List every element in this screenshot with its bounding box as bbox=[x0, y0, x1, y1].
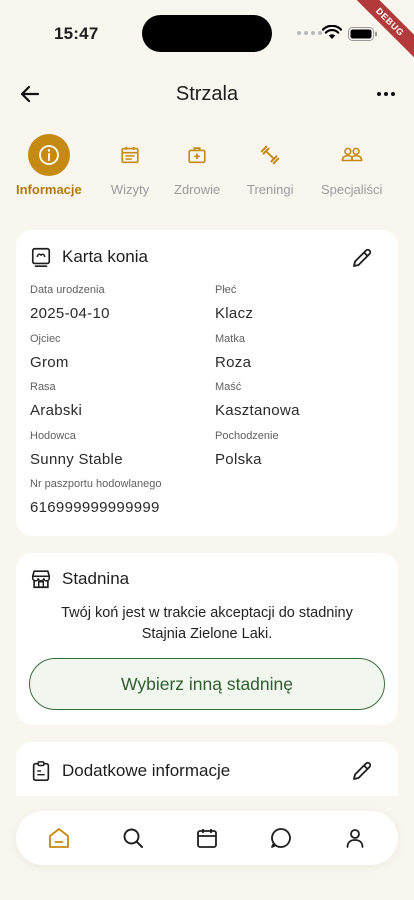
more-horizontal-icon[interactable] bbox=[374, 82, 398, 106]
profile-icon[interactable] bbox=[343, 826, 367, 850]
field-father: Ojciec Grom bbox=[30, 333, 69, 371]
battery-icon bbox=[348, 27, 377, 41]
bottom-navigation bbox=[16, 811, 398, 865]
card-title: Dodatkowe informacje bbox=[62, 761, 231, 780]
section-tabs: Informacje Wizyty Zdrowie Treningi Specj… bbox=[0, 134, 414, 206]
tab-label: Specjaliści bbox=[321, 182, 383, 197]
pencil-icon[interactable] bbox=[350, 759, 374, 783]
calendar-icon bbox=[109, 134, 151, 176]
calendar-icon[interactable] bbox=[195, 826, 219, 850]
card-title: Stadnina bbox=[62, 569, 130, 588]
search-icon[interactable] bbox=[121, 826, 145, 850]
card-title: Karta konia bbox=[62, 247, 148, 266]
people-icon bbox=[331, 134, 373, 176]
tab-label: Treningi bbox=[247, 182, 294, 197]
field-passport: Nr paszportu hodowlanego 616999999999999 bbox=[30, 478, 162, 516]
horse-card-icon bbox=[31, 247, 51, 267]
info-icon bbox=[27, 134, 70, 176]
tab-label: Informacje bbox=[16, 182, 82, 197]
clipboard-icon bbox=[32, 761, 50, 781]
tab-label: Wizyty bbox=[110, 182, 150, 197]
tab-treningi[interactable]: Treningi bbox=[247, 134, 293, 197]
horse-card: Karta konia Data urodzenia 2025-04-10 Pł… bbox=[16, 230, 398, 536]
stable-card: Stadnina Twój koń jest w trakcie akcepta… bbox=[16, 553, 398, 725]
field-breeder: Hodowca Sunny Stable bbox=[30, 430, 123, 468]
store-icon bbox=[31, 570, 51, 589]
medical-bag-icon bbox=[176, 134, 218, 176]
chat-icon[interactable] bbox=[269, 826, 293, 850]
page-title: Strzala bbox=[175, 83, 239, 105]
pencil-icon[interactable] bbox=[350, 246, 374, 270]
field-mother: Matka Roza bbox=[215, 333, 252, 371]
field-color: Maść Kasztanowa bbox=[215, 381, 300, 419]
wifi-icon bbox=[322, 25, 342, 39]
tab-label: Zdrowie bbox=[174, 182, 221, 197]
home-icon[interactable] bbox=[47, 826, 71, 850]
signal-icon bbox=[297, 31, 322, 35]
tab-specjalisci[interactable]: Specjaliści bbox=[321, 134, 382, 197]
dumbbell-icon bbox=[249, 134, 291, 176]
status-time: 15:47 bbox=[54, 24, 99, 43]
field-birth-date: Data urodzenia 2025-04-10 bbox=[30, 284, 110, 322]
app-header: Strzala bbox=[0, 74, 414, 114]
field-sex: Płeć Klacz bbox=[215, 284, 254, 322]
status-bar: 15:47 DEBUG bbox=[0, 0, 414, 62]
dynamic-island bbox=[142, 15, 272, 52]
tab-overflow[interactable]: W bbox=[406, 134, 414, 197]
field-breed: Rasa Arabski bbox=[30, 381, 83, 419]
stable-status-message: Twój koń jest w trakcie akceptacji do st… bbox=[61, 605, 353, 642]
tab-wizyty[interactable]: Wizyty bbox=[109, 134, 151, 197]
choose-stable-button[interactable]: Wybierz inną stadninę bbox=[29, 658, 385, 710]
tab-informacje[interactable]: Informacje bbox=[16, 134, 82, 197]
tab-zdrowie[interactable]: Zdrowie bbox=[174, 134, 220, 197]
field-origin: Pochodzenie Polska bbox=[215, 430, 279, 468]
